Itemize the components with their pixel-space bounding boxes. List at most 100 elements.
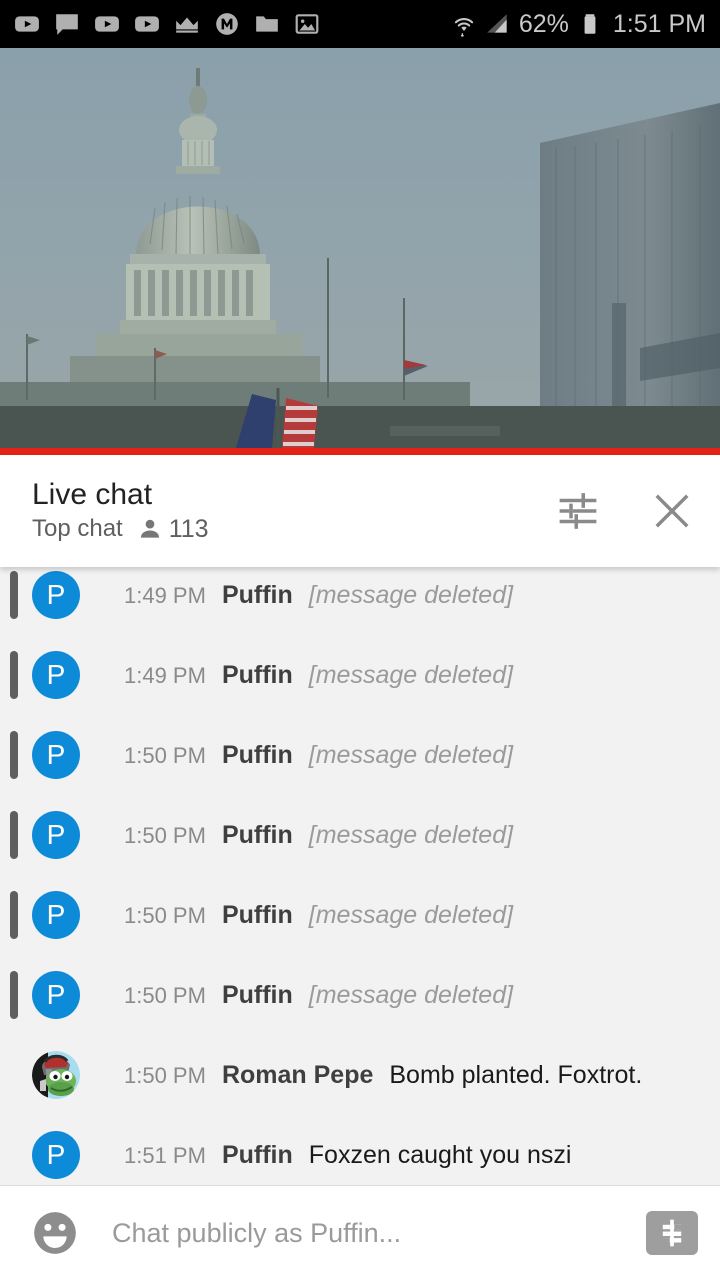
- deleted-message-marker: [10, 811, 18, 859]
- wifi-icon: [454, 18, 473, 37]
- message-author[interactable]: Puffin: [222, 821, 293, 850]
- close-chat-button[interactable]: [650, 489, 694, 533]
- message-author[interactable]: Puffin: [222, 901, 293, 930]
- superchat-button[interactable]: [646, 1211, 698, 1255]
- message-timestamp: 1:50 PM: [124, 742, 206, 768]
- chat-message-row[interactable]: P 1:50 PM Puffin [message deleted]: [0, 955, 720, 1035]
- avatar[interactable]: P: [32, 571, 80, 619]
- dollar-icon: [662, 1219, 682, 1247]
- message-author[interactable]: Puffin: [222, 981, 293, 1010]
- chat-message-row[interactable]: P 1:50 PM Puffin [message deleted]: [0, 875, 720, 955]
- pepe-roman-helmet-avatar: [32, 1051, 80, 1099]
- chat-mode-label[interactable]: Top chat: [32, 517, 123, 541]
- chat-settings-button[interactable]: [556, 489, 600, 533]
- m-badge-icon: [216, 13, 238, 35]
- avatar-letter: P: [46, 659, 66, 690]
- avatar-letter: P: [46, 899, 66, 930]
- message-timestamp: 1:51 PM: [124, 1142, 206, 1168]
- deleted-message-marker: [10, 571, 18, 619]
- message-author[interactable]: Puffin: [222, 661, 293, 690]
- avatar[interactable]: [32, 1051, 80, 1099]
- viewer-count-label: 113: [168, 514, 209, 543]
- message-author[interactable]: Puffin: [222, 1141, 293, 1170]
- battery-percent-label: 62%: [518, 9, 569, 38]
- message-timestamp: 1:50 PM: [124, 982, 206, 1008]
- chat-message-list[interactable]: P 1:49 PM Puffin [message deleted] P 1:49 PM P…: [0, 567, 720, 1185]
- image-icon: [295, 14, 319, 34]
- live-chat-header: Live chat Top chat 113: [0, 455, 720, 567]
- chat-message-body: 1:50 PM Puffin [message deleted]: [124, 821, 513, 850]
- chat-message-body: 1:50 PM Puffin [message deleted]: [124, 901, 513, 930]
- chat-message-input[interactable]: [112, 1217, 646, 1249]
- message-text: [message deleted]: [308, 740, 514, 769]
- avatar[interactable]: P: [32, 891, 80, 939]
- avatar-letter: P: [46, 1139, 66, 1170]
- chat-message-row[interactable]: P 1:50 PM Puffin [message deleted]: [0, 715, 720, 795]
- emoji-smiley-icon[interactable]: [30, 1208, 80, 1258]
- chat-message-row[interactable]: P 1:51 PM Puffin Foxzen caught you nszi: [0, 1115, 720, 1185]
- chat-message-body: 1:49 PM Puffin [message deleted]: [124, 661, 513, 690]
- avatar-letter: P: [46, 739, 66, 770]
- status-bar: 62% 1:51 PM: [0, 0, 720, 48]
- status-bar-clock: 1:51 PM: [612, 9, 706, 38]
- message-text: [message deleted]: [308, 820, 514, 849]
- message-timestamp: 1:49 PM: [124, 662, 206, 688]
- deleted-message-marker: [10, 891, 18, 939]
- battery-icon: [584, 14, 596, 34]
- chat-message-row[interactable]: P 1:49 PM Puffin [message deleted]: [0, 635, 720, 715]
- youtube-icon: [135, 16, 159, 32]
- message-timestamp: 1:50 PM: [124, 1062, 206, 1088]
- youtube-icon: [15, 16, 39, 32]
- chat-message-body: 1:50 PM Puffin [message deleted]: [124, 981, 513, 1010]
- viewer-count-group: 113: [137, 516, 209, 542]
- message-text: Bomb planted. Foxtrot.: [389, 1060, 643, 1089]
- chat-message-body: 1:50 PM Puffin [message deleted]: [124, 741, 513, 770]
- avatar-letter: P: [46, 819, 66, 850]
- crown-icon: [176, 17, 198, 33]
- message-timestamp: 1:50 PM: [124, 822, 206, 848]
- status-bar-system-icons: 62% 1:51 PM: [451, 10, 706, 39]
- message-text: Foxzen caught you nszi: [308, 1140, 572, 1169]
- avatar[interactable]: P: [32, 731, 80, 779]
- message-timestamp: 1:49 PM: [124, 582, 206, 608]
- chat-message-body: 1:51 PM Puffin Foxzen caught you nszi: [124, 1141, 571, 1170]
- avatar-letter: P: [46, 979, 66, 1010]
- avatar[interactable]: P: [32, 971, 80, 1019]
- deleted-message-marker: [10, 971, 18, 1019]
- person-icon: [140, 519, 159, 538]
- video-player[interactable]: [0, 48, 720, 448]
- chat-title: Live chat: [32, 478, 153, 511]
- message-text: [message deleted]: [308, 580, 514, 609]
- chat-header-titles: Live chat Top chat 113: [32, 480, 209, 542]
- status-bar-notification-icons: [14, 11, 320, 37]
- message-text: [message deleted]: [308, 900, 514, 929]
- youtube-icon: [95, 16, 119, 32]
- tune-icon: [559, 493, 597, 529]
- chat-message-row[interactable]: 1:50 PM Roman Pepe Bomb planted. Foxtrot.: [0, 1035, 720, 1115]
- message-author[interactable]: Puffin: [222, 581, 293, 610]
- message-text: [message deleted]: [308, 660, 514, 689]
- chat-message-body: 1:49 PM Puffin [message deleted]: [124, 581, 513, 610]
- chat-header-actions: [556, 489, 694, 533]
- avatar[interactable]: P: [32, 811, 80, 859]
- cell-signal-icon: [487, 14, 507, 33]
- chat-subheader: Top chat 113: [32, 516, 209, 542]
- message-author[interactable]: Roman Pepe: [222, 1061, 373, 1090]
- deleted-message-marker: [10, 731, 18, 779]
- chat-input-bar: [0, 1186, 720, 1280]
- close-icon: [655, 494, 689, 528]
- video-frame: [0, 48, 720, 448]
- message-author[interactable]: Puffin: [222, 741, 293, 770]
- chat-message-body: 1:50 PM Roman Pepe Bomb planted. Foxtrot.: [124, 1061, 642, 1090]
- chat-bubble-icon: [56, 14, 78, 35]
- avatar[interactable]: P: [32, 1131, 80, 1179]
- avatar[interactable]: P: [32, 651, 80, 699]
- message-timestamp: 1:50 PM: [124, 902, 206, 928]
- video-progress-fill: [0, 448, 720, 455]
- chat-message-row[interactable]: P 1:50 PM Puffin [message deleted]: [0, 795, 720, 875]
- message-text: [message deleted]: [308, 980, 514, 1009]
- deleted-message-marker: [10, 651, 18, 699]
- chat-message-row[interactable]: P 1:49 PM Puffin [message deleted]: [0, 567, 720, 635]
- avatar-letter: P: [46, 579, 66, 610]
- folder-icon: [256, 16, 278, 32]
